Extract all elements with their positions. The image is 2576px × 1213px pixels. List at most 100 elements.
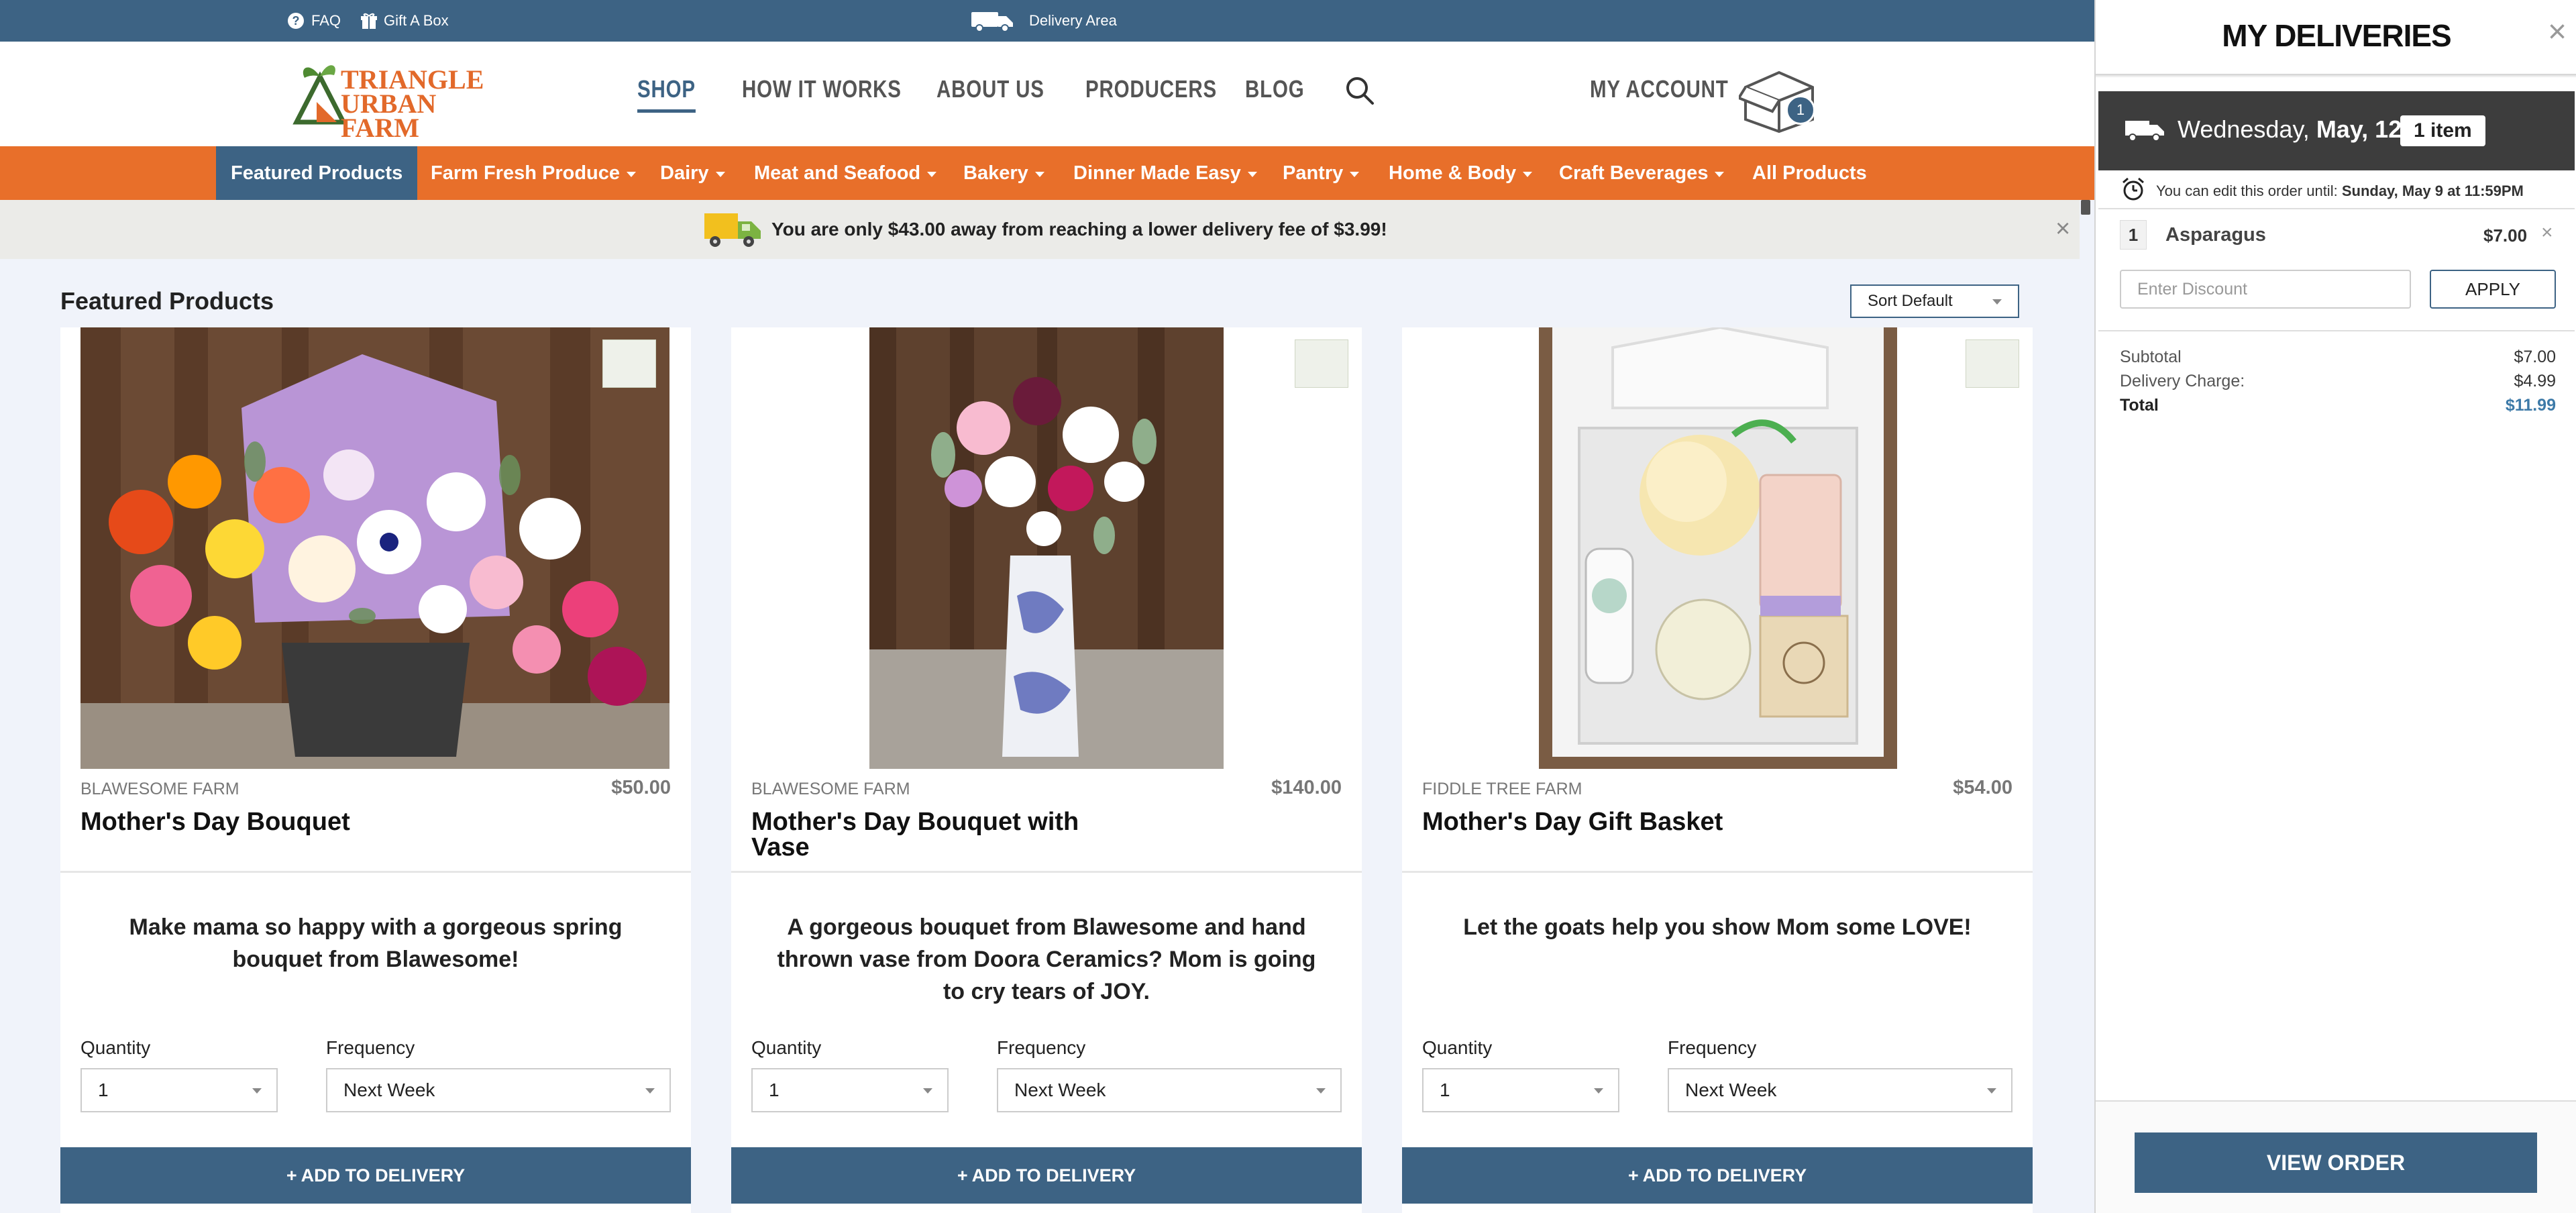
frequency-select[interactable]: Next Week — [326, 1068, 671, 1112]
frequency-value: Next Week — [343, 1079, 435, 1100]
product-price: $50.00 — [611, 777, 671, 798]
view-order-button[interactable]: VIEW ORDER — [2135, 1132, 2537, 1193]
alarm-clock-icon — [2121, 177, 2145, 205]
edit-deadline: You can edit this order until: Sunday, M… — [2156, 182, 2524, 200]
total-row: Total $11.99 — [2120, 396, 2556, 415]
farm-badge-image — [1295, 339, 1348, 388]
chevron-down-icon — [1034, 171, 1044, 177]
close-icon[interactable]: × — [2055, 215, 2070, 244]
category-bar: Featured Products Farm Fresh Produce Dai… — [0, 146, 2094, 200]
question-icon: ? — [287, 12, 305, 30]
nav-shop[interactable]: SHOP — [637, 75, 696, 113]
delivery-day: Wednesday, — [2178, 115, 2310, 143]
svg-text:?: ? — [292, 14, 300, 28]
nav-how-it-works[interactable]: HOW IT WORKS — [742, 75, 902, 103]
divider — [2098, 208, 2575, 209]
quantity-label: Quantity — [1422, 1037, 1493, 1058]
quantity-select[interactable]: 1 — [1422, 1068, 1619, 1112]
category-craft-beverages[interactable]: Craft Beverages — [1559, 146, 1725, 200]
faq-link[interactable]: ? FAQ — [287, 0, 341, 42]
divider — [60, 871, 691, 873]
product-image[interactable] — [1539, 325, 1897, 769]
delivery-charge-value: $4.99 — [2514, 372, 2556, 390]
product-price: $54.00 — [1953, 777, 2012, 798]
add-to-delivery-button[interactable]: + ADD TO DELIVERY — [731, 1147, 1362, 1204]
gift-icon — [361, 12, 377, 30]
chevron-down-icon — [1247, 171, 1257, 177]
frequency-select[interactable]: Next Week — [1668, 1068, 2012, 1112]
total-label: Total — [2120, 396, 2159, 415]
product-title[interactable]: Mother's Day Bouquet with Vase — [751, 809, 1127, 860]
category-farm-fresh-produce[interactable]: Farm Fresh Produce — [431, 146, 637, 200]
scrollbar-thumb[interactable] — [2081, 200, 2090, 215]
category-all-products[interactable]: All Products — [1752, 146, 1867, 200]
sort-value: Sort Default — [1868, 292, 1953, 310]
chevron-down-icon — [252, 1088, 262, 1094]
add-label: ADD TO DELIVERY — [1642, 1165, 1807, 1185]
product-image[interactable] — [80, 327, 669, 769]
category-dairy[interactable]: Dairy — [660, 146, 725, 200]
quantity-select[interactable]: 1 — [80, 1068, 278, 1112]
add-to-delivery-button[interactable]: + ADD TO DELIVERY — [1402, 1147, 2033, 1204]
category-dinner-made-easy[interactable]: Dinner Made Easy — [1073, 146, 1257, 200]
frequency-select[interactable]: Next Week — [997, 1068, 1342, 1112]
plus-icon: + — [1627, 1165, 1639, 1185]
delivery-area-label: Delivery Area — [1029, 12, 1117, 29]
delivery-date-bar[interactable]: Wednesday, May, 12 1 item — [2098, 91, 2575, 170]
product-title[interactable]: Mother's Day Bouquet — [80, 809, 456, 835]
nav-blog[interactable]: BLOG — [1245, 75, 1305, 103]
nav-about-us[interactable]: ABOUT US — [936, 75, 1044, 103]
panel-footer: VIEW ORDER — [2096, 1100, 2576, 1213]
delivery-fee-notice: You are only $43.00 away from reaching a… — [0, 200, 2080, 259]
product-farm: BLAWESOME FARM — [751, 780, 910, 798]
quantity-select[interactable]: 1 — [751, 1068, 949, 1112]
search-icon[interactable] — [1344, 75, 1375, 109]
category-bakery[interactable]: Bakery — [963, 146, 1044, 200]
add-label: ADD TO DELIVERY — [301, 1165, 466, 1185]
site-logo[interactable]: TRIANGLE URBAN FARM — [290, 55, 484, 142]
category-label: Home & Body — [1389, 162, 1517, 184]
quantity-value: 1 — [769, 1079, 780, 1100]
chevron-down-icon — [1523, 171, 1533, 177]
category-label: Farm Fresh Produce — [431, 162, 621, 184]
chevron-down-icon — [923, 1088, 932, 1094]
subtotal-value: $7.00 — [2514, 348, 2556, 366]
product-title[interactable]: Mother's Day Gift Basket — [1422, 809, 1798, 835]
nav-producers[interactable]: PRODUCERS — [1085, 75, 1217, 103]
delivery-area-link[interactable]: Delivery Area — [971, 0, 1117, 42]
frequency-label: Frequency — [1668, 1037, 1757, 1058]
close-icon[interactable]: × — [2548, 16, 2567, 48]
chevron-down-icon — [1992, 299, 2002, 305]
category-pantry[interactable]: Pantry — [1283, 146, 1360, 200]
category-label: Meat and Seafood — [754, 162, 921, 184]
category-featured-products[interactable]: Featured Products — [216, 146, 418, 200]
gift-label: Gift A Box — [384, 12, 449, 29]
utility-bar: ? FAQ Gift A Box Delivery Area — [0, 0, 2094, 42]
category-label: Craft Beverages — [1559, 162, 1709, 184]
sort-select[interactable]: Sort Default — [1850, 284, 2019, 318]
category-meat-and-seafood[interactable]: Meat and Seafood — [754, 146, 937, 200]
chevron-down-icon — [627, 171, 637, 177]
gift-box-link[interactable]: Gift A Box — [361, 0, 449, 42]
nav-my-account[interactable]: MY ACCOUNT — [1590, 75, 1729, 103]
chevron-down-icon — [1350, 171, 1360, 177]
frequency-value: Next Week — [1014, 1079, 1106, 1100]
delivery-charge-row: Delivery Charge: $4.99 — [2120, 372, 2556, 391]
category-label: Dinner Made Easy — [1073, 162, 1241, 184]
plus-icon: + — [286, 1165, 297, 1185]
item-quantity[interactable]: 1 — [2120, 220, 2147, 250]
logo-wordmark: TRIANGLE URBAN FARM — [341, 66, 484, 142]
delivery-charge-label: Delivery Charge: — [2120, 372, 2245, 390]
apply-discount-button[interactable]: APPLY — [2430, 270, 2556, 309]
product-description: Make mama so happy with a gorgeous sprin… — [129, 914, 623, 972]
category-home-and-body[interactable]: Home & Body — [1389, 146, 1533, 200]
add-to-delivery-button[interactable]: + ADD TO DELIVERY — [60, 1147, 691, 1204]
remove-item-icon[interactable]: × — [2541, 221, 2553, 244]
chevron-down-icon — [927, 171, 937, 177]
discount-code-input[interactable] — [2120, 270, 2411, 309]
product-card: BLAWESOME FARM $50.00 Mother's Day Bouqu… — [60, 327, 691, 1213]
panel-title: MY DELIVERIES — [2222, 18, 2451, 53]
category-label: Pantry — [1283, 162, 1344, 184]
product-image[interactable] — [869, 327, 1224, 769]
truck-icon — [971, 9, 1014, 32]
